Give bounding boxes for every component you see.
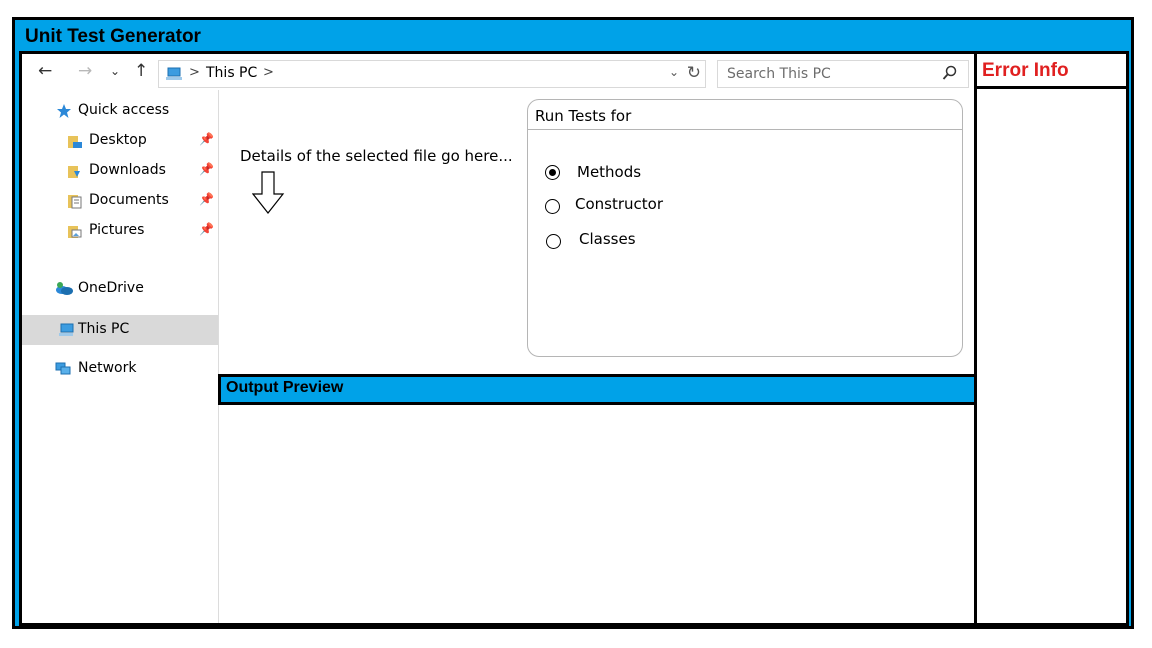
error-info-title: Error Info <box>982 60 1069 81</box>
breadcrumb-separator-icon: > <box>189 65 200 80</box>
file-details-text: Details of the selected file go here... <box>240 147 513 165</box>
sidebar-item-desktop[interactable]: Desktop 📌 <box>22 127 218 155</box>
address-bar[interactable]: > This PC > ⌄ ↻ <box>158 60 706 88</box>
recent-locations-chevron-icon[interactable]: ⌄ <box>110 62 120 80</box>
computer-icon <box>166 67 182 80</box>
back-arrow-icon[interactable]: ← <box>38 62 52 80</box>
refresh-icon[interactable]: ↻ <box>687 63 701 83</box>
sidebar-item-quick-access[interactable]: Quick access <box>22 97 218 125</box>
address-dropdown-icon[interactable]: ⌄ <box>669 65 679 79</box>
radio-button-constructor[interactable] <box>545 199 560 214</box>
run-tests-title: Run Tests for <box>535 107 632 125</box>
pin-icon[interactable]: 📌 <box>199 132 214 146</box>
error-info-header: Error Info <box>977 54 1126 89</box>
pin-icon[interactable]: 📌 <box>199 222 214 236</box>
onedrive-icon <box>56 282 73 295</box>
network-icon <box>55 362 71 375</box>
app-window: Unit Test Generator ← → ⌄ ↑ > This PC > … <box>12 17 1134 629</box>
sidebar-item-downloads[interactable]: Downloads 📌 <box>22 157 218 185</box>
search-placeholder: Search This PC <box>727 66 831 82</box>
pin-icon[interactable]: 📌 <box>199 192 214 206</box>
sidebar-item-documents[interactable]: Documents 📌 <box>22 187 218 215</box>
sidebar-item-this-pc[interactable]: This PC <box>22 315 218 345</box>
run-tests-header: Run Tests for <box>528 100 962 130</box>
search-icon[interactable] <box>942 65 958 81</box>
sidebar-item-network[interactable]: Network <box>22 355 218 383</box>
navigation-bar: ← → ⌄ ↑ > This PC > ⌄ ↻ Search This PC <box>22 54 976 90</box>
error-info-panel: Error Info <box>974 51 1129 626</box>
file-explorer-pane: ← → ⌄ ↑ > This PC > ⌄ ↻ Search This PC Q… <box>19 51 979 626</box>
computer-icon <box>59 323 74 336</box>
downloads-folder-icon <box>68 166 80 178</box>
documents-folder-icon <box>68 195 82 209</box>
up-arrow-icon[interactable]: ↑ <box>134 62 148 80</box>
forward-arrow-icon[interactable]: → <box>78 62 92 80</box>
sidebar-item-onedrive[interactable]: OneDrive <box>22 275 218 303</box>
radio-button-methods[interactable] <box>545 165 560 180</box>
output-preview-header: Output Preview <box>218 374 979 405</box>
run-tests-group: Run Tests for Methods Constructor Classe… <box>527 99 963 357</box>
pin-icon[interactable]: 📌 <box>199 162 214 176</box>
breadcrumb-this-pc[interactable]: This PC <box>206 65 257 81</box>
radio-button-classes[interactable] <box>546 234 561 249</box>
desktop-folder-icon <box>68 136 82 148</box>
navigation-sidebar: Quick access Desktop 📌 Downloads 📌 Docum… <box>22 90 219 623</box>
down-arrow-icon <box>252 171 285 214</box>
search-input[interactable]: Search This PC <box>717 60 969 88</box>
star-icon <box>57 104 71 118</box>
app-title: Unit Test Generator <box>25 26 201 47</box>
sidebar-item-pictures[interactable]: Pictures 📌 <box>22 217 218 245</box>
output-preview-title: Output Preview <box>226 379 344 396</box>
pictures-folder-icon <box>68 226 82 238</box>
breadcrumb-chevron-icon[interactable]: > <box>263 65 274 80</box>
